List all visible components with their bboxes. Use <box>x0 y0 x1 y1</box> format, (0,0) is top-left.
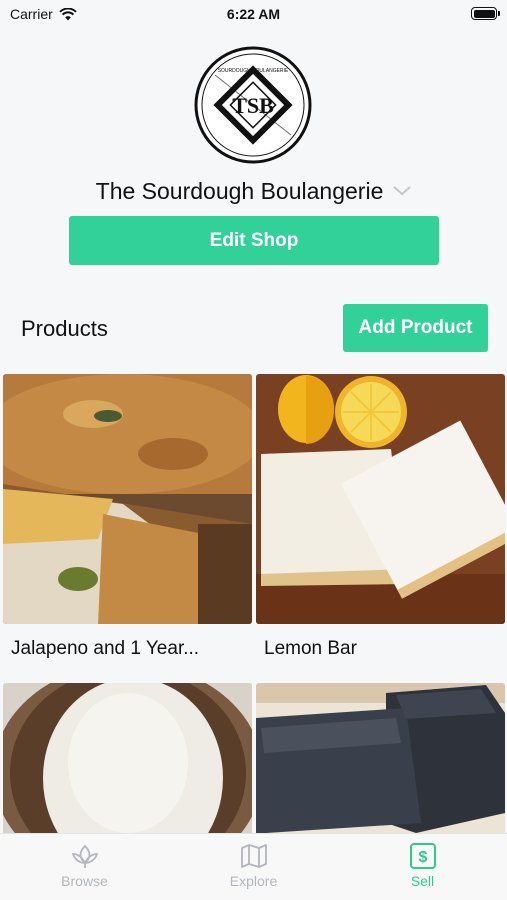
tab-explore[interactable]: Explore <box>169 834 338 900</box>
svg-text:$: $ <box>418 849 427 866</box>
battery-icon <box>471 7 500 20</box>
product-card[interactable] <box>3 683 252 833</box>
floured-loaf-image <box>3 683 252 833</box>
charcoal-bread-image <box>256 683 505 833</box>
shop-name: The Sourdough Boulangerie <box>95 178 384 204</box>
logo-initials: TSB <box>232 93 274 118</box>
status-bar: Carrier 6:22 AM <box>0 0 507 28</box>
tab-label: Sell <box>410 873 435 889</box>
product-name: Lemon Bar <box>264 638 357 659</box>
leaf-icon <box>71 844 98 868</box>
shop-logo: TSB SOURDOUGH BOULANGERIE <box>193 45 313 165</box>
add-product-button[interactable]: Add Product <box>343 304 488 352</box>
jalapeno-bread-image <box>3 374 252 624</box>
product-card[interactable]: Jalapeno and 1 Year... <box>3 374 252 660</box>
tab-sell[interactable]: $ Sell <box>338 834 507 900</box>
tab-label: Browse <box>61 873 108 889</box>
tab-browse[interactable]: Browse <box>0 834 169 900</box>
tab-label: Explore <box>229 873 278 889</box>
logo-text: SOURDOUGH BOULANGERIE <box>218 68 289 74</box>
tab-bar: Browse Explore $ Sell <box>0 833 507 900</box>
product-name: Jalapeno and 1 Year... <box>11 638 200 659</box>
products-heading: Products <box>21 316 108 341</box>
map-icon <box>240 844 267 868</box>
product-card[interactable] <box>256 683 505 833</box>
lemon-bar-image <box>256 374 505 624</box>
shop-selector[interactable]: The Sourdough Boulangerie <box>0 178 507 205</box>
dollar-icon: $ <box>409 843 436 869</box>
edit-shop-button[interactable]: Edit Shop <box>69 216 439 265</box>
product-card[interactable]: Lemon Bar <box>256 374 505 660</box>
status-time: 6:22 AM <box>226 6 281 22</box>
chevron-down-icon <box>393 185 412 195</box>
